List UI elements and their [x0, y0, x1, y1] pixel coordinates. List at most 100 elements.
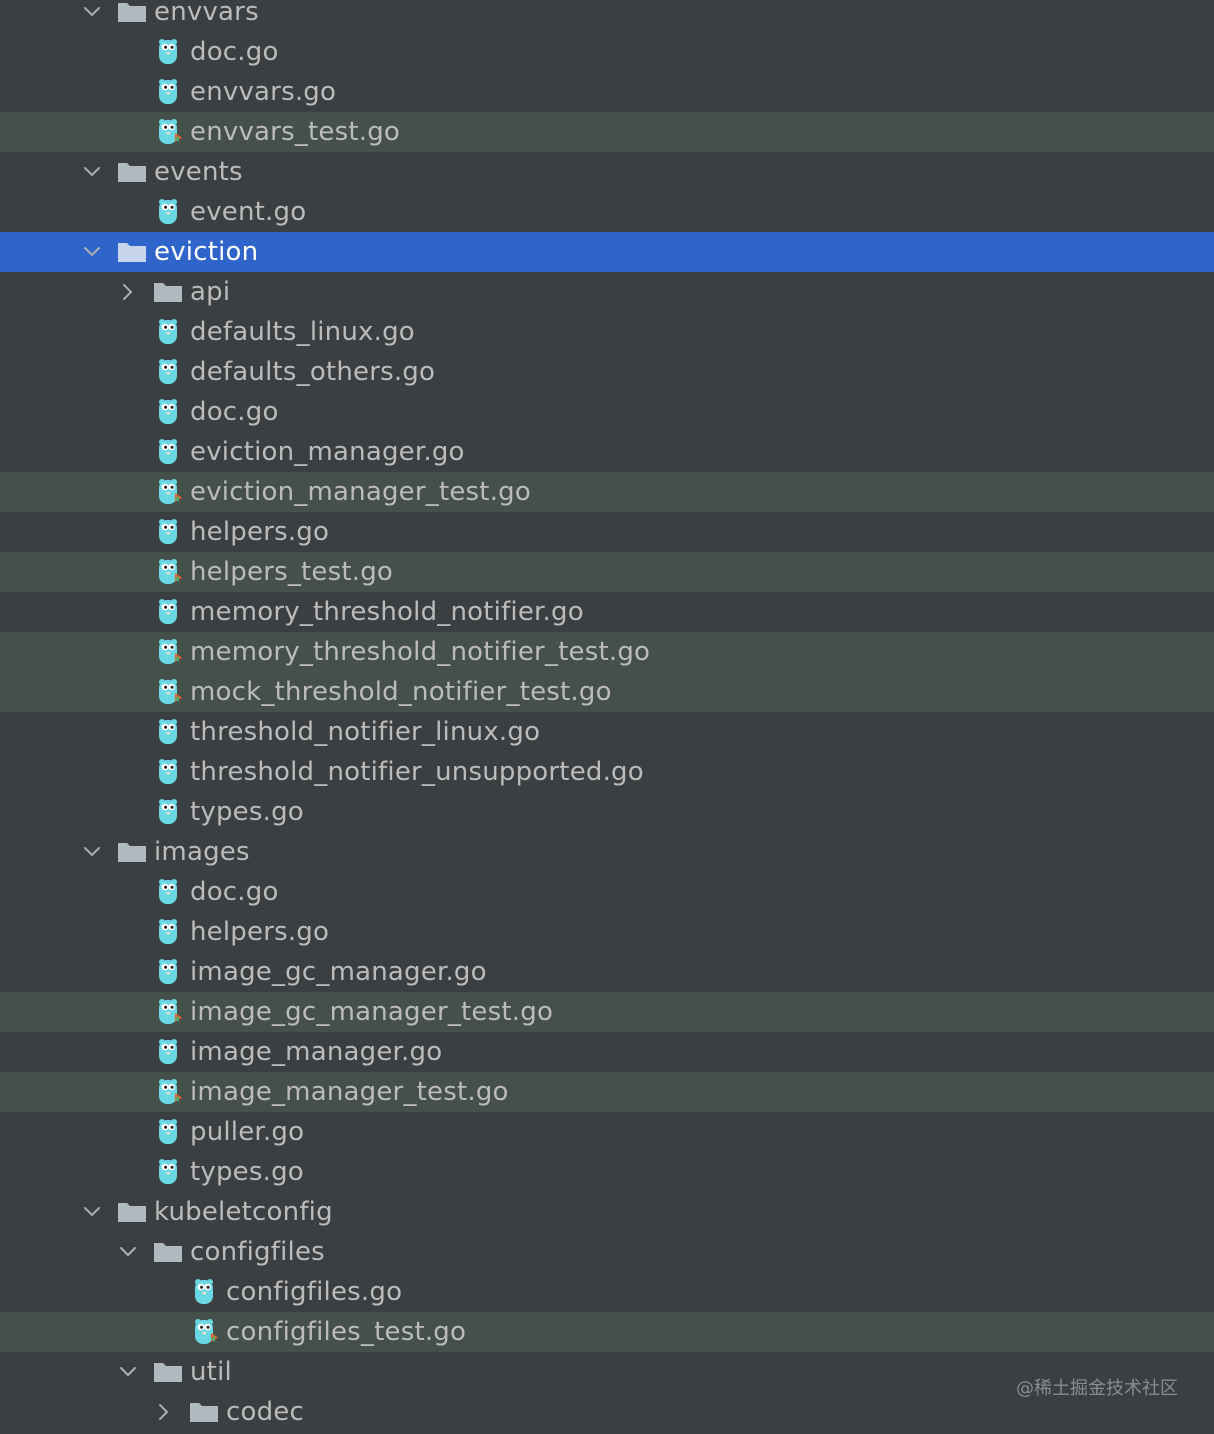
tree-file-image-gc-manager-go[interactable]: image_gc_manager.go — [0, 952, 1214, 992]
tree-file-envvars-go[interactable]: envvars.go — [0, 72, 1214, 112]
file-label: image_gc_manager_test.go — [190, 997, 554, 1027]
tree-file-helpers-test-go[interactable]: helpers_test.go — [0, 552, 1214, 592]
tree-folder-kubeletconfig[interactable]: kubeletconfig — [0, 1192, 1214, 1232]
tree-folder-envvars[interactable]: envvars — [0, 0, 1214, 32]
go-file-icon — [157, 1152, 193, 1192]
chevron-down-icon[interactable] — [78, 1192, 106, 1232]
go-test-file-icon — [157, 672, 193, 712]
go-file-icon — [157, 432, 193, 472]
folder-icon — [117, 832, 153, 872]
go-file-icon — [157, 792, 193, 832]
tree-file-configfiles-test-go[interactable]: configfiles_test.go — [0, 1312, 1214, 1352]
file-label: threshold_notifier_unsupported.go — [190, 757, 644, 787]
tree-file-mock-threshold-notifier-test-go[interactable]: mock_threshold_notifier_test.go — [0, 672, 1214, 712]
go-file-icon — [157, 352, 193, 392]
file-label: image_manager.go — [190, 1037, 443, 1067]
file-label: eviction_manager_test.go — [190, 477, 531, 507]
folder-icon — [117, 232, 153, 272]
chevron-down-icon[interactable] — [78, 0, 106, 32]
folder-icon — [117, 1192, 153, 1232]
file-label: memory_threshold_notifier.go — [190, 597, 584, 627]
tree-file-image-gc-manager-test-go[interactable]: image_gc_manager_test.go — [0, 992, 1214, 1032]
go-file-icon — [157, 312, 193, 352]
go-test-file-icon — [157, 992, 193, 1032]
tree-file-threshold-notifier-linux-go[interactable]: threshold_notifier_linux.go — [0, 712, 1214, 752]
chevron-down-icon[interactable] — [78, 152, 106, 192]
folder-icon — [189, 1392, 225, 1432]
go-file-icon — [157, 592, 193, 632]
tree-file-helpers-go[interactable]: helpers.go — [0, 512, 1214, 552]
tree-file-memory-threshold-notifier-test-go[interactable]: memory_threshold_notifier_test.go — [0, 632, 1214, 672]
file-label: event.go — [190, 197, 307, 227]
tree-file-defaults-others-go[interactable]: defaults_others.go — [0, 352, 1214, 392]
file-label: helpers_test.go — [190, 557, 394, 587]
file-label: doc.go — [190, 37, 279, 67]
go-file-icon — [157, 752, 193, 792]
project-tree: envvars doc.go envvars.go envvars_test.goev… — [0, 0, 1214, 1434]
file-label: memory_threshold_notifier_test.go — [190, 637, 651, 667]
tree-file-envvars-test-go[interactable]: envvars_test.go — [0, 112, 1214, 152]
file-label: eviction_manager.go — [190, 437, 465, 467]
folder-icon — [153, 1352, 189, 1392]
chevron-right-icon[interactable] — [114, 272, 142, 312]
file-label: puller.go — [190, 1117, 305, 1147]
folder-icon — [153, 1232, 189, 1272]
tree-file-types-go[interactable]: types.go — [0, 792, 1214, 832]
file-label: defaults_others.go — [190, 357, 436, 387]
chevron-right-icon[interactable] — [150, 1392, 178, 1432]
tree-folder-images[interactable]: images — [0, 832, 1214, 872]
tree-folder-configfiles[interactable]: configfiles — [0, 1232, 1214, 1272]
go-file-icon — [157, 952, 193, 992]
file-label: image_gc_manager.go — [190, 957, 487, 987]
folder-label: api — [190, 277, 231, 307]
tree-file-doc-go[interactable]: doc.go — [0, 392, 1214, 432]
tree-file-types-go[interactable]: types.go — [0, 1152, 1214, 1192]
file-label: image_manager_test.go — [190, 1077, 509, 1107]
folder-label: util — [190, 1357, 232, 1387]
file-label: mock_threshold_notifier_test.go — [190, 677, 612, 707]
tree-folder-api[interactable]: api — [0, 272, 1214, 312]
file-label: types.go — [190, 1157, 304, 1187]
file-label: doc.go — [190, 877, 279, 907]
file-label: helpers.go — [190, 517, 330, 547]
chevron-down-icon[interactable] — [114, 1352, 142, 1392]
tree-file-doc-go[interactable]: doc.go — [0, 872, 1214, 912]
go-test-file-icon — [157, 632, 193, 672]
folder-label: codec — [226, 1397, 304, 1427]
go-file-icon — [157, 512, 193, 552]
tree-folder-eviction[interactable]: eviction — [0, 232, 1214, 272]
go-file-icon — [157, 1032, 193, 1072]
go-file-icon — [157, 872, 193, 912]
go-file-icon — [157, 912, 193, 952]
folder-icon — [153, 272, 189, 312]
tree-file-threshold-notifier-unsupported-go[interactable]: threshold_notifier_unsupported.go — [0, 752, 1214, 792]
go-file-icon — [157, 392, 193, 432]
go-test-file-icon — [157, 1072, 193, 1112]
tree-file-configfiles-go[interactable]: configfiles.go — [0, 1272, 1214, 1312]
tree-file-eviction-manager-test-go[interactable]: eviction_manager_test.go — [0, 472, 1214, 512]
file-label: envvars.go — [190, 77, 337, 107]
watermark-text: @稀土掘金技术社区 — [1016, 1378, 1178, 1399]
file-label: threshold_notifier_linux.go — [190, 717, 541, 747]
chevron-down-icon[interactable] — [78, 232, 106, 272]
chevron-down-icon[interactable] — [114, 1232, 142, 1272]
tree-file-doc-go[interactable]: doc.go — [0, 32, 1214, 72]
folder-label: images — [154, 837, 250, 867]
tree-file-helpers-go[interactable]: helpers.go — [0, 912, 1214, 952]
tree-folder-events[interactable]: events — [0, 152, 1214, 192]
tree-file-image-manager-test-go[interactable]: image_manager_test.go — [0, 1072, 1214, 1112]
tree-file-puller-go[interactable]: puller.go — [0, 1112, 1214, 1152]
tree-file-event-go[interactable]: event.go — [0, 192, 1214, 232]
go-test-file-icon — [157, 552, 193, 592]
tree-file-eviction-manager-go[interactable]: eviction_manager.go — [0, 432, 1214, 472]
chevron-down-icon[interactable] — [78, 832, 106, 872]
file-label: defaults_linux.go — [190, 317, 415, 347]
tree-file-image-manager-go[interactable]: image_manager.go — [0, 1032, 1214, 1072]
file-label: configfiles_test.go — [226, 1317, 467, 1347]
go-file-icon — [193, 1272, 229, 1312]
folder-label: events — [154, 157, 243, 187]
go-file-icon — [157, 32, 193, 72]
go-test-file-icon — [157, 112, 193, 152]
tree-file-memory-threshold-notifier-go[interactable]: memory_threshold_notifier.go — [0, 592, 1214, 632]
tree-file-defaults-linux-go[interactable]: defaults_linux.go — [0, 312, 1214, 352]
